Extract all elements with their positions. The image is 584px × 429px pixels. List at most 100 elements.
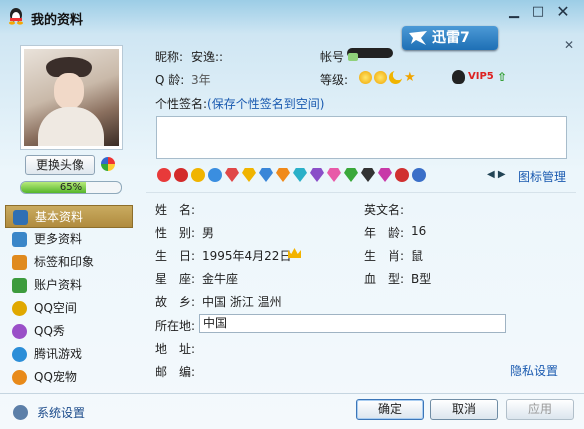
postcode-label: 邮 编: xyxy=(155,365,196,379)
sidebar-item-label: 腾讯游戏 xyxy=(34,347,83,361)
sidebar-item-tags[interactable]: 标签和印象 xyxy=(5,251,133,274)
icon-manage-link[interactable]: 图标管理 xyxy=(518,168,566,185)
sidebar-item-label: 标签和印象 xyxy=(34,255,95,269)
avatar-face xyxy=(54,73,84,109)
signature-input[interactable] xyxy=(156,116,567,159)
penguin-icon[interactable] xyxy=(174,168,188,182)
game-icon[interactable] xyxy=(395,168,409,182)
gender-value: 男 xyxy=(202,226,215,240)
sidebar-item-games[interactable]: 腾讯游戏 xyxy=(5,343,133,366)
sidebar-item-label: 账户资料 xyxy=(34,278,83,292)
sidebar-item-qqshow[interactable]: QQ秀 xyxy=(5,320,133,343)
account-label: 帐号 xyxy=(320,50,345,64)
thunder-bird-icon xyxy=(409,31,427,45)
icon-badge-row xyxy=(157,168,426,182)
gem-pink-icon[interactable] xyxy=(327,168,341,182)
thunder7-banner[interactable]: 迅雷7 xyxy=(402,26,498,50)
moon-level-icon xyxy=(389,71,402,84)
sidebar-item-label: QQ宠物 xyxy=(34,370,77,384)
apply-button[interactable]: 应用 xyxy=(506,399,574,420)
gem-red-icon[interactable] xyxy=(225,168,239,182)
phone-icon[interactable] xyxy=(412,168,426,182)
cancel-button[interactable]: 取消 xyxy=(430,399,498,420)
blood-type-value: B型 xyxy=(411,272,432,286)
vip-up-arrow-icon: ⇧ xyxy=(497,70,508,84)
gem-cyan-icon[interactable] xyxy=(293,168,307,182)
zodiac-label: 生 肖: xyxy=(364,249,405,263)
qq-penguin-icon xyxy=(9,8,23,25)
vip-badge[interactable]: VIP5 xyxy=(468,71,494,82)
verified-badge-icon xyxy=(348,53,358,61)
banner-close-icon[interactable]: ✕ xyxy=(564,38,574,52)
birthday-label: 生 日: xyxy=(155,249,196,263)
zodiac-value: 鼠 xyxy=(411,249,424,263)
person-tag-icon xyxy=(12,255,27,270)
sidebar-item-basic-info[interactable]: 基本资料 xyxy=(5,205,133,228)
system-settings-link[interactable]: 系统设置 xyxy=(13,404,85,421)
nickname-value: 安逸:: xyxy=(191,50,224,64)
banner-label: 迅雷7 xyxy=(432,30,470,46)
constellation-value: 金牛座 xyxy=(202,272,239,286)
vip-penguin-icon xyxy=(452,70,465,84)
sidebar-item-pet[interactable]: QQ宠物 xyxy=(5,366,133,389)
star-level-icon: ★ xyxy=(404,70,416,85)
level-label: 等级: xyxy=(320,73,349,87)
sun-level-icon xyxy=(374,71,387,84)
hometown-label: 故 乡: xyxy=(155,295,196,309)
signature-label-text: 个性签名: xyxy=(155,97,208,111)
qq-plus-icon[interactable] xyxy=(208,168,222,182)
icon-scroll-arrows[interactable]: ◀ ▶ xyxy=(487,169,506,180)
gem-orange-icon[interactable] xyxy=(276,168,290,182)
sidebar-item-account[interactable]: 账户资料 xyxy=(5,274,133,297)
age-label: 年 龄: xyxy=(364,226,405,240)
gem-yellow-icon[interactable] xyxy=(242,168,256,182)
minimize-button[interactable]: ▁ xyxy=(503,3,525,21)
sidebar-item-label: QQ空间 xyxy=(34,301,77,315)
gem-blue-icon[interactable] xyxy=(259,168,273,182)
id-card-icon xyxy=(13,210,28,225)
heart-icon[interactable] xyxy=(157,168,171,182)
list-icon xyxy=(12,232,27,247)
gear-icon xyxy=(13,405,28,420)
gem-green-icon[interactable] xyxy=(344,168,358,182)
location-field[interactable]: 中国 xyxy=(199,314,506,333)
star-icon[interactable] xyxy=(191,168,205,182)
qage-label: Q 龄: xyxy=(155,73,185,87)
footer-divider xyxy=(0,393,584,394)
age-value: 16 xyxy=(411,224,427,238)
qqshow-icon xyxy=(12,324,27,339)
location-label: 所在地: xyxy=(155,319,196,333)
sidebar-item-label: QQ秀 xyxy=(34,324,65,338)
hometown-value: 中国 浙江 温州 xyxy=(202,295,282,309)
english-name-label: 英文名: xyxy=(364,203,405,217)
sidebar-item-more-info[interactable]: 更多资料 xyxy=(5,228,133,251)
maximize-button[interactable]: □ xyxy=(527,3,549,21)
signature-label: 个性签名:(保存个性签名到空间) xyxy=(155,95,324,112)
avatar-photo xyxy=(24,49,119,146)
birthday-value: 1995年4月22日 xyxy=(202,249,292,263)
privacy-settings-link[interactable]: 隐私设置 xyxy=(510,362,558,379)
games-swirl-icon xyxy=(12,347,27,362)
gem-magenta-icon[interactable] xyxy=(378,168,392,182)
gem-purple-icon[interactable] xyxy=(310,168,324,182)
qage-value: 3年 xyxy=(191,73,211,87)
close-button[interactable]: ✕ xyxy=(552,3,574,21)
sun-level-icon xyxy=(359,71,372,84)
save-signature-link[interactable]: (保存个性签名到空间) xyxy=(207,97,324,111)
progress-text: 65% xyxy=(59,182,83,193)
constellation-label: 星 座: xyxy=(155,272,196,286)
ok-button[interactable]: 确定 xyxy=(356,399,424,420)
change-avatar-button[interactable]: 更换头像 xyxy=(25,155,95,175)
sidebar-item-qzone[interactable]: QQ空间 xyxy=(5,297,133,320)
sidebar-nav: 基本资料 更多资料 标签和印象 账户资料 QQ空间 QQ秀 腾讯游戏 QQ宠物 xyxy=(5,205,133,389)
avatar[interactable] xyxy=(20,45,123,150)
sidebar-item-label: 基本资料 xyxy=(35,210,84,224)
section-divider xyxy=(146,192,576,193)
blood-type-label: 血 型: xyxy=(364,272,405,286)
profile-progress-bar: 65% xyxy=(20,181,122,194)
qq-show-icon[interactable] xyxy=(101,157,115,171)
name-label: 姓 名: xyxy=(155,203,196,217)
sidebar-item-label: 更多资料 xyxy=(34,232,83,246)
gem-black-icon[interactable] xyxy=(361,168,375,182)
level-icons[interactable]: ★ xyxy=(359,70,419,84)
